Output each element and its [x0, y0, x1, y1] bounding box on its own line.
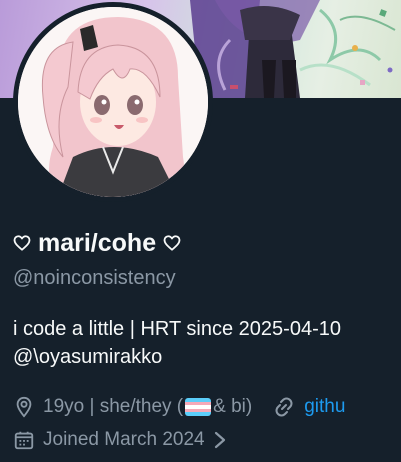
bio-line: i code a little | HRT since 2025-04-10 [13, 318, 341, 340]
profile-meta-row: 19yo | she/they ( & bi) githu [13, 394, 345, 420]
profile-bio: i code a little | HRT since 2025-04-10 @… [13, 315, 341, 371]
joined-date: Joined March 2024 [43, 429, 205, 450]
user-handle: @noinconsistency [13, 267, 176, 289]
location-text-suffix: & bi) [213, 396, 253, 417]
chevron-right-icon[interactable] [213, 430, 227, 450]
profile-page: mari/cohe @noinconsistency i code a litt… [0, 0, 401, 462]
link-icon [272, 395, 296, 419]
location-text: 19yo | she/they ( [43, 396, 184, 417]
display-name-row: mari/cohe [13, 227, 181, 259]
profile-avatar[interactable] [13, 2, 213, 202]
heart-outline-icon [13, 234, 31, 252]
joined-date-row: Joined March 2024 [13, 427, 227, 453]
avatar-image [18, 7, 208, 197]
trans-flag-emoji [185, 398, 212, 416]
heart-outline-icon [163, 234, 181, 252]
location-pin-icon [13, 396, 35, 418]
display-name: mari/cohe [38, 228, 157, 257]
website-link[interactable]: githu [304, 396, 345, 418]
bio-mention-link[interactable]: @\oyasumirakko [13, 343, 341, 371]
calendar-icon [13, 429, 35, 451]
